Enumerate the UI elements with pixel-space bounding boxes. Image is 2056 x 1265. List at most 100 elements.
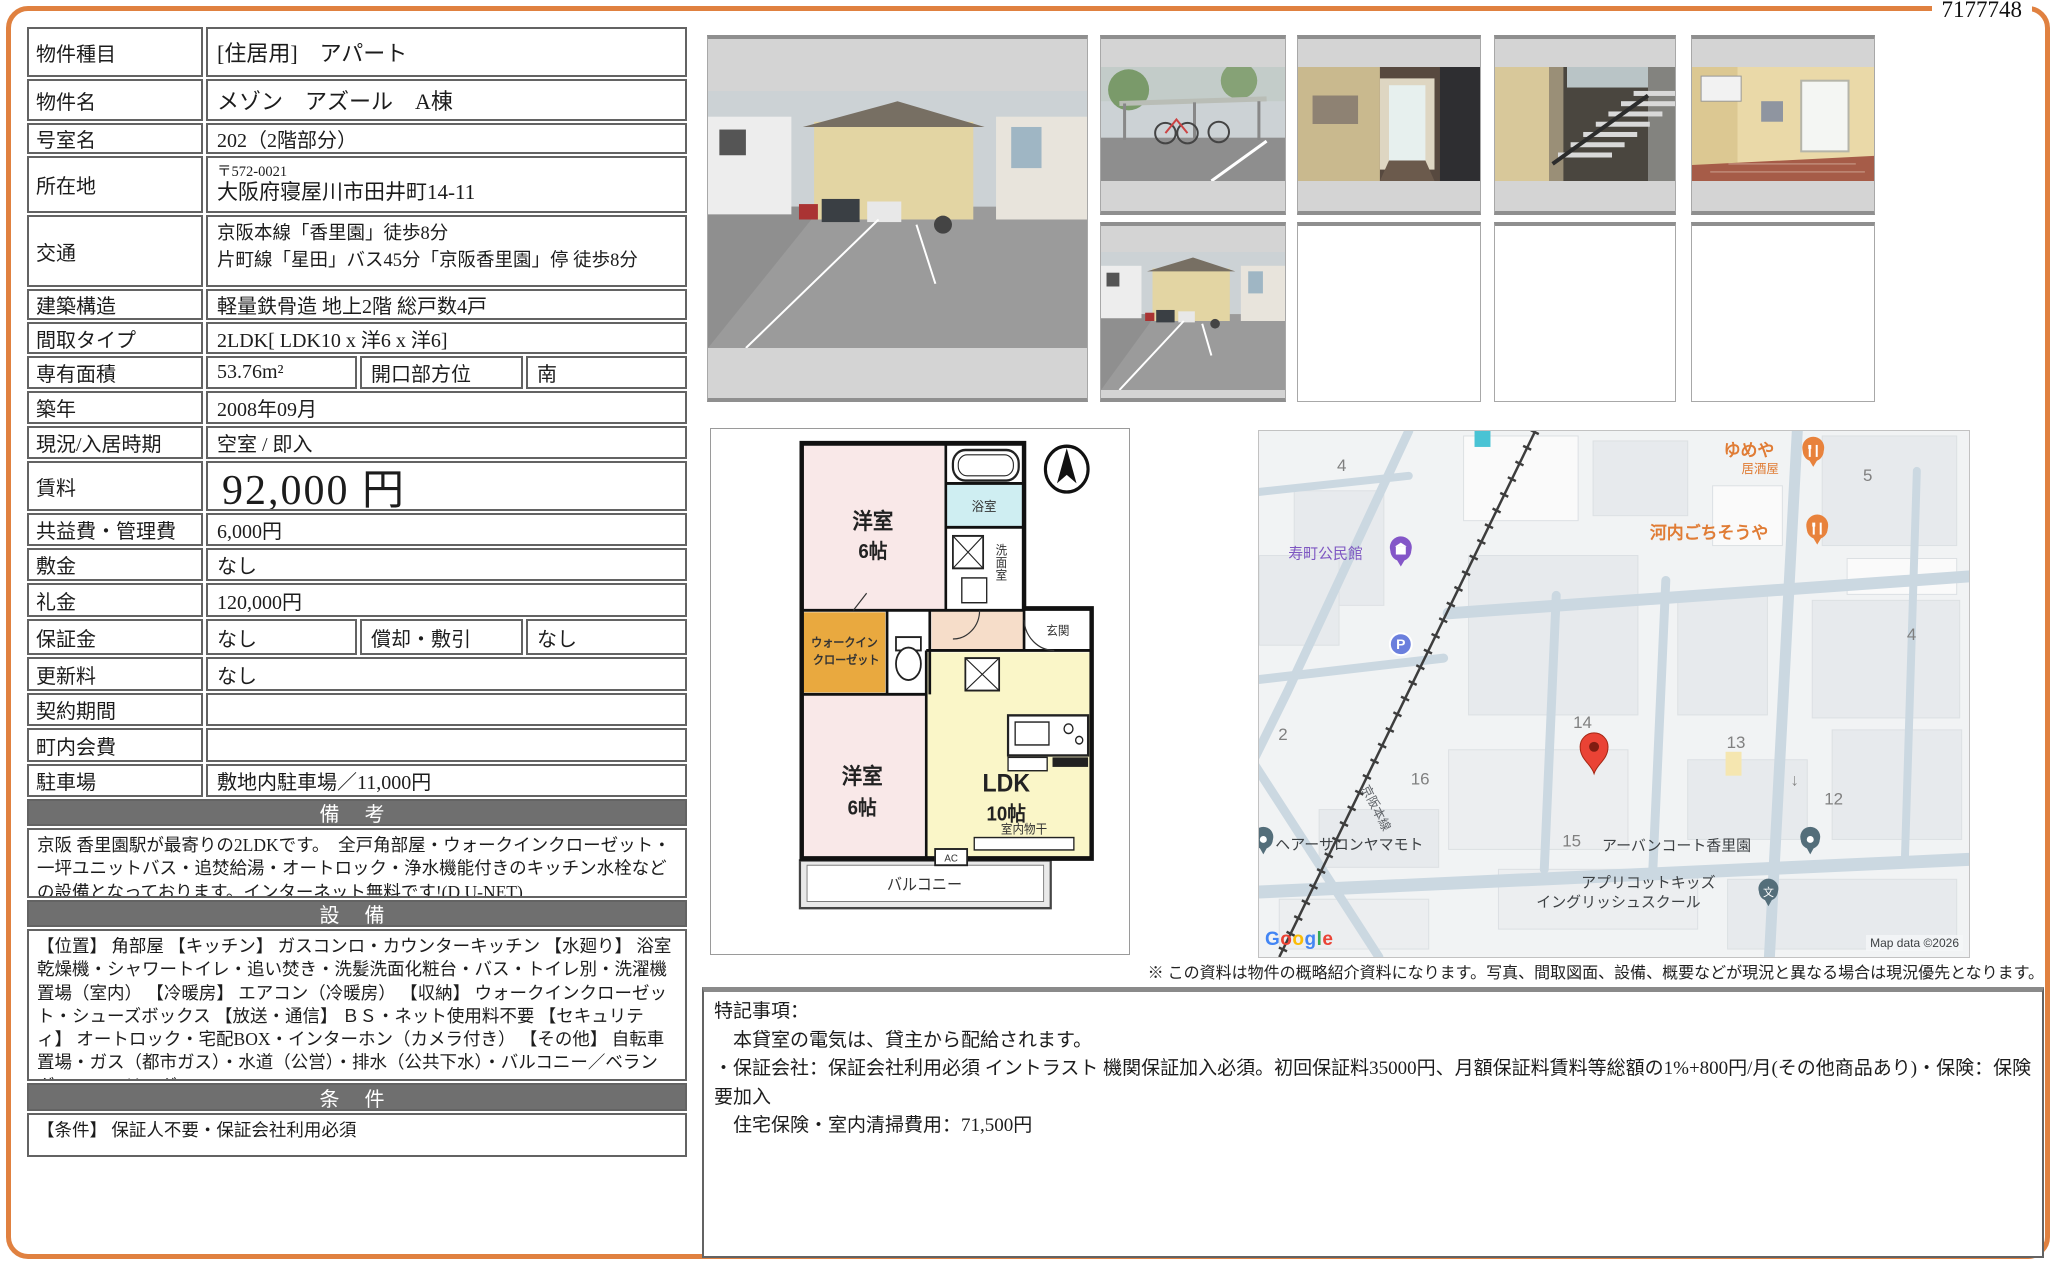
balcony-label: バルコニー <box>887 877 962 895</box>
table-row[interactable]: 現況/入居時期空室 / 即入 <box>27 426 687 459</box>
photo-image <box>1692 67 1874 181</box>
rent-value: 92,000 円 <box>206 461 687 511</box>
photo-entrance-corridor <box>1297 35 1481 215</box>
map-label: 15 <box>1562 831 1581 850</box>
row-label: 更新料 <box>27 657 203 691</box>
bath-label: 浴室 <box>972 499 997 515</box>
map-label: 河内ごちそうや <box>1650 523 1768 543</box>
map-label: ゆめや <box>1724 441 1775 460</box>
google-logo: Google <box>1265 929 1333 951</box>
row-label: 専有面積 <box>27 356 203 389</box>
wic-label-2: クローゼット <box>813 652 880 666</box>
row-value: なし <box>206 657 687 691</box>
photo-bicycle-parking <box>1100 35 1286 215</box>
row-label: 号室名 <box>27 123 203 154</box>
section-band[interactable]: 設 備 <box>27 900 687 927</box>
table-row[interactable]: 専有面積53.76m²開口部方位南 <box>27 356 687 389</box>
compass-north-icon <box>1045 446 1088 492</box>
photo-image <box>1101 252 1285 390</box>
row-label: 駐車場 <box>27 764 203 797</box>
table-row[interactable]: 敷金なし <box>27 548 687 581</box>
row-value: 敷地内駐車場／11,000円 <box>206 764 687 797</box>
table-row[interactable]: 築年2008年09月 <box>27 391 687 424</box>
map-label: 13 <box>1727 733 1746 752</box>
special-notes-line: 住宅保険・室内清掃費用：71,500円 <box>714 1112 2032 1141</box>
photo-empty-2 <box>1494 222 1676 402</box>
special-notes-line: 特記事項： <box>714 998 2032 1027</box>
parking-icon: P <box>1390 633 1412 655</box>
row-label-2: 償却・敷引 <box>360 619 523 655</box>
map-image: P文4ゆめや居酒屋5河内ごちそうや寿町公民館414122161315↓ヘアーサロ… <box>1259 431 1969 957</box>
row-label-2: 開口部方位 <box>360 356 523 389</box>
ac-label: AC <box>944 853 958 864</box>
table-row[interactable]: 物件名メゾン アズール A棟 <box>27 79 687 121</box>
map-label: 12 <box>1824 790 1843 809</box>
table-row[interactable]: 所在地〒572-0021大阪府寝屋川市田井町14-11 <box>27 156 687 213</box>
row-value: 〒572-0021大阪府寝屋川市田井町14-11 <box>206 156 687 213</box>
row-label: 共益費・管理費 <box>27 513 203 546</box>
table-row[interactable]: 保証金なし償却・敷引なし <box>27 619 687 655</box>
table-row[interactable]: 建築構造軽量鉄骨造 地上2階 総戸数4戸 <box>27 289 687 320</box>
row-value-2: なし <box>526 619 687 655</box>
row-label: 保証金 <box>27 619 203 655</box>
room1-label: 洋室 <box>852 509 893 535</box>
table-row[interactable]: 間取タイプ2LDK[ LDK10 x 洋6 x 洋6] <box>27 322 687 354</box>
row-value: 軽量鉄骨造 地上2階 総戸数4戸 <box>206 289 687 320</box>
row-label: 賃料 <box>27 461 203 511</box>
photo-image <box>1298 67 1480 181</box>
photo-image <box>1495 67 1675 181</box>
map-label: 4 <box>1907 625 1916 644</box>
map-label: イングリッシュスクール <box>1536 894 1700 911</box>
row-label: 物件名 <box>27 79 203 121</box>
map-label: 2 <box>1278 725 1287 744</box>
disclaimer-text: ※ この資料は物件の概略紹介資料になります。写真、間取図面、設備、概要などが現況… <box>740 959 2044 983</box>
row-label: 町内会費 <box>27 728 203 762</box>
section-band[interactable]: 備 考 <box>27 799 687 826</box>
photo-exterior-main <box>707 35 1088 402</box>
row-value: 2LDK[ LDK10 x 洋6 x 洋6] <box>206 322 687 354</box>
special-notes-box: 特記事項： 本貸室の電気は、貸主から配給されます。・保証会社：保証会社利用必須 … <box>702 987 2044 1258</box>
room1-size: 6帖 <box>858 539 887 563</box>
table-row[interactable]: 町内会費 <box>27 728 687 762</box>
photo-staircase <box>1494 35 1676 215</box>
table-row[interactable]: 駐車場敷地内駐車場／11,000円 <box>27 764 687 797</box>
row-label: 交通 <box>27 215 203 287</box>
table-row[interactable]: 物件種目[住居用] アパート <box>27 27 687 77</box>
wic-label-1: ウォークイン <box>811 636 878 649</box>
photo-image <box>1101 67 1285 181</box>
row-label: 契約期間 <box>27 693 203 726</box>
row-value: 120,000円 <box>206 583 687 617</box>
row-value: 京阪本線「香里園」徒歩8分片町線「星田」バス45分「京阪香里園」停 徒歩8分 <box>206 215 687 287</box>
table-row[interactable]: 号室名202（2階部分） <box>27 123 687 154</box>
map-label: アーバンコート香里園 <box>1602 837 1751 854</box>
table-row[interactable]: 更新料なし <box>27 657 687 691</box>
section-text[interactable]: 京阪 香里園駅が最寄りの2LDKです。 全戸角部屋・ウォークインクローゼット・一… <box>27 828 687 898</box>
table-row[interactable]: 契約期間 <box>27 693 687 726</box>
map-label: 寿町公民館 <box>1288 546 1363 563</box>
room2-size: 6帖 <box>848 796 877 820</box>
row-value: メゾン アズール A棟 <box>206 79 687 121</box>
genkan-label: 玄関 <box>1046 623 1069 639</box>
section-text[interactable]: 【位置】 角部屋 【キッチン】 ガスコンロ・カウンターキッチン 【水廻り】 浴室… <box>27 929 687 1081</box>
map-label: 4 <box>1337 456 1346 475</box>
table-row[interactable]: 交通京阪本線「香里園」徒歩8分片町線「星田」バス45分「京阪香里園」停 徒歩8分 <box>27 215 687 287</box>
section-band[interactable]: 条 件 <box>27 1083 687 1111</box>
row-value: 空室 / 即入 <box>206 426 687 459</box>
photo-image <box>708 91 1087 348</box>
table-row[interactable]: 礼金120,000円 <box>27 583 687 617</box>
row-value: 6,000円 <box>206 513 687 546</box>
table-row[interactable]: 共益費・管理費6,000円 <box>27 513 687 546</box>
document-number: 7177748 <box>1932 0 2033 23</box>
row-value: [住居用] アパート <box>206 27 687 77</box>
photo-empty-1 <box>1297 222 1481 402</box>
map-attribution: Map data ©2026 <box>1866 935 1963 951</box>
row-value <box>206 728 687 762</box>
property-table: 物件種目[住居用] アパート物件名メゾン アズール A棟号室名202（2階部分）… <box>27 27 687 1159</box>
special-notes-line: ・保証会社：保証会社利用必須 イントラスト 機関保証加入必須。初回保証料3500… <box>714 1055 2032 1112</box>
row-label: 敷金 <box>27 548 203 581</box>
map-panel: P文4ゆめや居酒屋5河内ごちそうや寿町公民館414122161315↓ヘアーサロ… <box>1258 430 1970 958</box>
floorplan-panel: 洋室 6帖 浴室 洗面室 ウォークイン クローゼット 玄関 洋室 6帖 LDK … <box>710 428 1130 955</box>
table-row[interactable]: 賃料92,000 円 <box>27 461 687 511</box>
section-text[interactable]: 【条件】 保証人不要・保証会社利用必須 <box>27 1113 687 1157</box>
svg-text:文: 文 <box>1763 885 1774 899</box>
